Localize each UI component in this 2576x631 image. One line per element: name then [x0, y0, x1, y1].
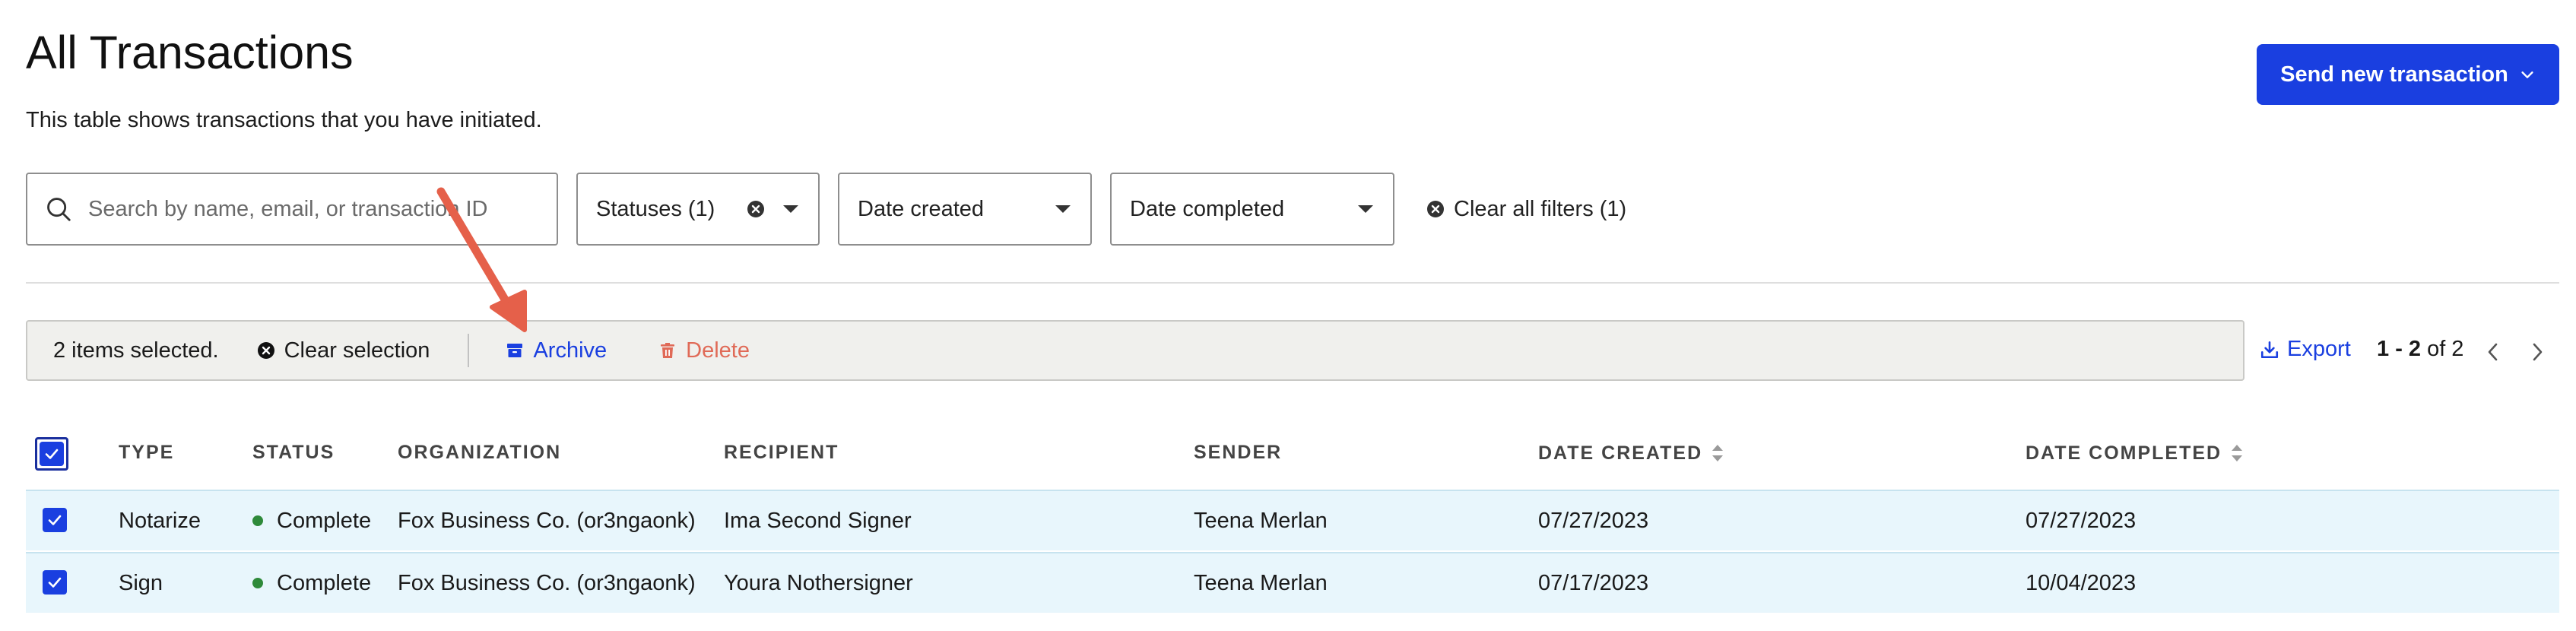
x-circle-icon — [1427, 201, 1444, 217]
column-header-type-label: TYPE — [119, 442, 175, 463]
cell-sender: Teena Merlan — [1194, 570, 1328, 595]
date-completed-filter-dropdown[interactable]: Date completed — [1110, 173, 1394, 246]
column-header-date-completed[interactable]: DATE COMPLETED — [2026, 442, 2244, 465]
status-dot-icon — [252, 578, 263, 588]
clear-selection-label: Clear selection — [284, 338, 430, 363]
select-all-checkbox[interactable] — [40, 442, 64, 466]
cell-date-completed: 07/27/2023 — [2026, 508, 2137, 533]
export-button[interactable]: Export — [2260, 337, 2351, 362]
page-subtitle: This table shows transactions that you h… — [26, 108, 542, 132]
column-header-recipient-label: RECIPIENT — [724, 442, 839, 463]
cell-status-label: Complete — [277, 508, 372, 533]
page-total: of 2 — [2427, 337, 2464, 361]
table-header: TYPE STATUS ORGANIZATION RECIPIENT SENDE… — [26, 422, 2559, 483]
search-icon — [47, 198, 71, 221]
cell-recipient: Youra Nothersigner — [724, 570, 913, 595]
cell-status-label: Complete — [277, 570, 372, 595]
cell-organization: Fox Business Co. (or3ngaonk) — [398, 570, 696, 595]
x-circle-icon — [257, 342, 274, 359]
sort-icon[interactable] — [2229, 442, 2244, 465]
delete-label: Delete — [686, 338, 750, 363]
search-field[interactable] — [26, 173, 558, 246]
column-header-sender-label: SENDER — [1194, 442, 1283, 463]
date-completed-filter-label: Date completed — [1130, 196, 1285, 221]
sort-icon[interactable] — [1710, 442, 1725, 465]
trash-icon — [661, 343, 675, 358]
clear-statuses-icon[interactable] — [747, 200, 765, 218]
column-header-sender: SENDER — [1194, 442, 1282, 464]
clear-selection-button[interactable]: Clear selection — [257, 338, 430, 363]
cell-organization: Fox Business Co. (or3ngaonk) — [398, 508, 696, 533]
delete-button[interactable]: Delete — [658, 338, 750, 363]
page-range-start: 1 — [2377, 337, 2390, 361]
check-icon — [45, 449, 59, 459]
chevron-right-icon[interactable] — [2526, 339, 2549, 365]
archive-icon — [507, 344, 523, 357]
table-row[interactable]: Notarize Complete Fox Business Co. (or3n… — [26, 490, 2559, 550]
chevron-down-icon — [783, 205, 798, 213]
export-icon — [2260, 341, 2279, 358]
cell-recipient: Ima Second Signer — [724, 508, 912, 533]
date-created-filter-label: Date created — [858, 196, 985, 221]
column-header-type: TYPE — [119, 442, 174, 464]
vertical-divider — [468, 334, 470, 367]
row-checkbox[interactable] — [43, 570, 67, 595]
column-header-status: STATUS — [252, 442, 335, 464]
column-header-date-created[interactable]: DATE CREATED — [1538, 442, 1725, 465]
chevron-down-icon — [2521, 71, 2533, 78]
cell-type: Notarize — [119, 508, 201, 533]
column-header-date-completed-label: DATE COMPLETED — [2026, 442, 2222, 464]
statuses-filter-dropdown[interactable]: Statuses (1) — [576, 173, 820, 246]
bulk-action-bar: 2 items selected. Clear selection Archiv… — [26, 320, 2244, 381]
search-input[interactable] — [87, 195, 546, 223]
page-range-separator: - — [2389, 337, 2409, 361]
archive-button[interactable]: Archive — [506, 338, 607, 363]
clear-all-filters-button[interactable]: Clear all filters (1) — [1426, 194, 1626, 224]
divider — [26, 282, 2559, 284]
send-new-transaction-button[interactable]: Send new transaction — [2257, 44, 2559, 105]
page-title: All Transactions — [26, 27, 354, 78]
archive-label: Archive — [533, 338, 608, 363]
cell-status: Complete — [252, 491, 371, 550]
page-range-end: 2 — [2408, 337, 2422, 361]
column-header-status-label: STATUS — [252, 442, 335, 463]
chevron-down-icon — [1055, 205, 1071, 213]
check-icon — [48, 577, 62, 588]
send-new-transaction-label: Send new transaction — [2280, 62, 2508, 87]
cell-date-completed: 10/04/2023 — [2026, 570, 2137, 595]
date-created-filter-dropdown[interactable]: Date created — [838, 173, 1092, 246]
cell-type: Sign — [119, 570, 163, 595]
cell-sender: Teena Merlan — [1194, 508, 1328, 533]
column-header-organization: ORGANIZATION — [398, 442, 561, 464]
statuses-filter-label: Statuses (1) — [596, 196, 715, 221]
column-header-organization-label: ORGANIZATION — [398, 442, 562, 463]
chevron-left-icon[interactable] — [2482, 339, 2505, 365]
cell-status: Complete — [252, 553, 371, 613]
selected-count-label: 2 items selected. — [53, 338, 219, 363]
clear-all-filters-label: Clear all filters (1) — [1454, 196, 1627, 221]
export-label: Export — [2287, 337, 2351, 361]
select-all-checkbox-focus — [35, 437, 68, 471]
cell-date-created: 07/27/2023 — [1538, 508, 1649, 533]
status-dot-icon — [252, 515, 263, 526]
check-icon — [48, 515, 62, 525]
pagination-range: 1 - 2 of 2 — [2377, 337, 2463, 362]
chevron-down-icon — [1358, 205, 1373, 213]
column-header-date-created-label: DATE CREATED — [1538, 442, 1703, 464]
column-header-recipient: RECIPIENT — [724, 442, 839, 464]
row-checkbox[interactable] — [43, 508, 67, 532]
cell-date-created: 07/17/2023 — [1538, 570, 1649, 595]
table-row[interactable]: Sign Complete Fox Business Co. (or3ngaon… — [26, 552, 2559, 613]
